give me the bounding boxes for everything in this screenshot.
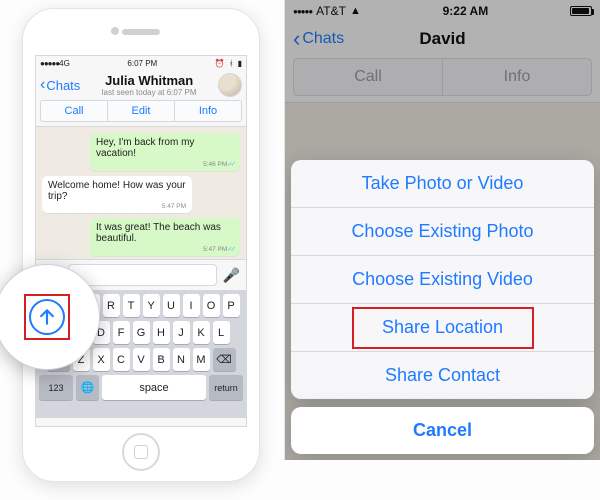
microphone-icon[interactable]: 🎤 [223,267,240,284]
highlight-box [24,294,70,340]
chevron-left-icon: ‹ [40,77,45,93]
key-u[interactable]: U [163,294,180,317]
status-bar: ●●●●● 4G 6:07 PM ⏰ ᚼ ▮ [36,56,246,71]
key-f[interactable]: F [113,321,130,344]
chat-area[interactable]: Hey, I'm back from my vacation! 5:46 PM … [36,127,246,259]
message-input[interactable] [68,264,217,286]
key-p[interactable]: P [223,294,240,317]
last-seen-label: last seen today at 6:07 PM [102,88,197,97]
arrow-up-icon [37,307,57,327]
key-n[interactable]: N [173,348,190,371]
key-return[interactable]: return [209,375,243,400]
key-o[interactable]: O [203,294,220,317]
signal-dots-icon: ●●●●● [40,59,59,68]
key-b[interactable]: B [153,348,170,371]
message-time: 5:46 PM [96,160,234,168]
home-button[interactable] [122,433,160,471]
iphone-device-frame: ●●●●● 4G 6:07 PM ⏰ ᚼ ▮ ‹ Chats Julia Whi… [22,8,260,482]
sheet-choose-existing-video[interactable]: Choose Existing Video [291,255,594,303]
message-outgoing[interactable]: It was great! The beach was beautiful. 5… [90,218,240,256]
back-button[interactable]: ‹ Chats [40,77,80,93]
key-k[interactable]: K [193,321,210,344]
key-c[interactable]: C [113,348,130,371]
key-i[interactable]: I [183,294,200,317]
message-text: Hey, I'm back from my vacation! [96,137,194,159]
sheet-share-location[interactable]: Share Location [291,303,594,351]
sheet-choose-existing-photo[interactable]: Choose Existing Photo [291,207,594,255]
key-globe[interactable]: 🌐 [76,375,99,400]
key-space[interactable]: space [102,375,206,400]
key-numbers[interactable]: 123 [39,375,73,400]
attach-button-enlarged [29,299,65,335]
chat-header: ‹ Chats Julia Whitman last seen today at… [36,71,246,127]
key-backspace[interactable]: ⌫ [213,348,236,371]
status-time: 6:07 PM [70,59,215,68]
battery-icon: ▮ [238,59,242,68]
alarm-icon: ⏰ [215,59,225,68]
header-tabs: Call Edit Info [40,100,242,122]
key-g[interactable]: G [133,321,150,344]
message-time: 5:47 PM [96,245,234,253]
contact-name: Julia Whitman [102,73,197,88]
message-outgoing[interactable]: Hey, I'm back from my vacation! 5:46 PM [90,133,240,171]
carrier-label: 4G [59,59,70,68]
avatar[interactable] [218,73,242,97]
second-phone-screen: ●●●●● AT&T ▲ 9:22 AM ‹ Chats David Call … [284,0,600,460]
back-label: Chats [46,78,80,93]
message-text: Welcome home! How was your trip? [48,180,186,202]
phone-screen: ●●●●● 4G 6:07 PM ⏰ ᚼ ▮ ‹ Chats Julia Whi… [35,55,247,427]
bluetooth-icon: ᚼ [229,59,234,68]
key-r[interactable]: R [103,294,120,317]
key-l[interactable]: L [213,321,230,344]
key-m[interactable]: M [193,348,210,371]
sheet-share-contact[interactable]: Share Contact [291,351,594,399]
sheet-take-photo-or-video[interactable]: Take Photo or Video [291,160,594,207]
key-h[interactable]: H [153,321,170,344]
message-incoming[interactable]: Welcome home! How was your trip? 5:47 PM [42,176,192,213]
message-text: It was great! The beach was beautiful. [96,222,221,244]
tab-edit[interactable]: Edit [108,100,175,122]
key-y[interactable]: Y [143,294,160,317]
tab-call[interactable]: Call [40,100,108,122]
message-time: 5:47 PM [48,203,186,210]
key-x[interactable]: X [93,348,110,371]
key-t[interactable]: T [123,294,140,317]
action-sheet: Take Photo or Video Choose Existing Phot… [291,160,594,454]
tab-info[interactable]: Info [175,100,242,122]
sheet-cancel-button[interactable]: Cancel [291,407,594,454]
key-v[interactable]: V [133,348,150,371]
key-j[interactable]: J [173,321,190,344]
